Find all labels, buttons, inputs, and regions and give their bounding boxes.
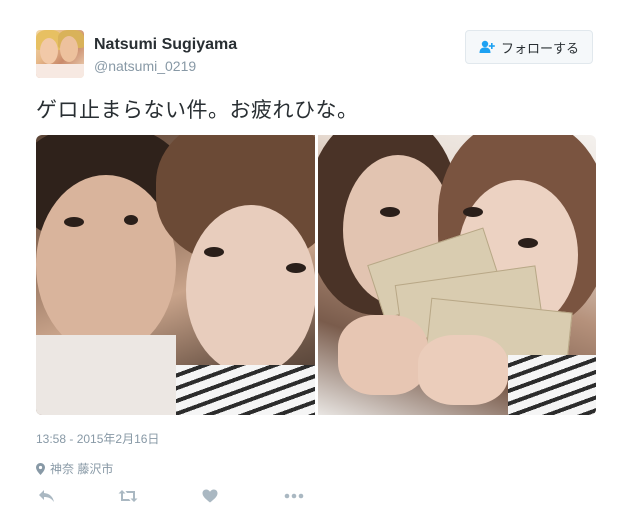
avatar-shirt [36, 64, 84, 78]
more-button[interactable] [282, 486, 306, 506]
photo-eye [124, 215, 138, 225]
photo-sleeve [508, 355, 596, 415]
user-handle[interactable]: @natsumi_0219 [94, 58, 196, 74]
tweet-actions [36, 486, 306, 506]
photo-face [36, 175, 176, 355]
follow-button-label: フォローする [500, 40, 579, 56]
reply-icon [38, 490, 54, 502]
photo-sweater [36, 335, 176, 415]
tweet-photo-left[interactable] [36, 135, 315, 415]
photo-eye [463, 207, 483, 217]
photo-sleeve [176, 365, 315, 415]
tweet-text: ゲロ止まらない件。お疲れひな。 [36, 99, 359, 122]
photo-eye [380, 207, 400, 217]
tweet-timestamp[interactable]: 13:58 - 2015年2月16日 [36, 430, 159, 447]
photo-eye [286, 263, 306, 273]
add-user-icon [479, 40, 495, 53]
avatar-face [60, 36, 78, 62]
photo-hand [338, 315, 428, 395]
retweet-icon [118, 490, 138, 502]
heart-icon [202, 489, 218, 503]
tweet-photo-right[interactable] [318, 135, 596, 415]
reply-button[interactable] [36, 486, 56, 506]
photo-face [186, 205, 315, 375]
photo-hand [418, 335, 508, 405]
avatar-face [40, 38, 58, 64]
tweet-location-label: 神奈 藤沢市 [50, 462, 114, 476]
retweet-button[interactable] [118, 486, 138, 506]
follow-button[interactable]: フォローする [465, 30, 593, 64]
photo-eye [64, 217, 84, 227]
tweet-location[interactable]: 神奈 藤沢市 [36, 460, 113, 477]
like-button[interactable] [200, 486, 220, 506]
photo-eye [518, 238, 538, 248]
more-dots-icon [284, 493, 304, 499]
location-pin-icon [36, 462, 45, 475]
user-display-name[interactable]: Natsumi Sugiyama [94, 36, 237, 54]
avatar[interactable] [36, 30, 84, 78]
photo-eye [204, 247, 224, 257]
